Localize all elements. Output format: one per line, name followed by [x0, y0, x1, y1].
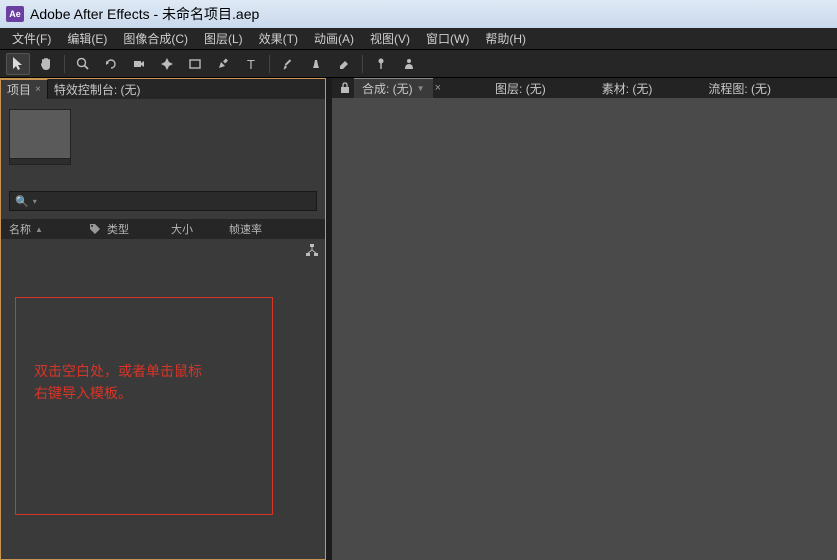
tab-label: 合成: (无) [362, 80, 413, 97]
separator [362, 55, 363, 73]
close-icon[interactable]: × [435, 82, 441, 94]
titlebar: Ae Adobe After Effects - 未命名项目.aep [0, 0, 837, 28]
tab-layer[interactable]: 图层: (无) [487, 78, 554, 98]
chevron-down-icon[interactable]: ▼ [417, 84, 425, 93]
tab-effect-controls[interactable]: 特效控制台: (无) [48, 79, 147, 99]
project-columns: 名称 ▲ 类型 大小 帧速率 [1, 219, 325, 239]
brush-icon [281, 57, 295, 71]
tab-label: 流程图: (无) [708, 80, 771, 97]
tab-label: 图层: (无) [495, 80, 546, 97]
tab-label: 特效控制台: (无) [54, 81, 141, 98]
menu-composition[interactable]: 图像合成(C) [115, 28, 196, 49]
menu-view[interactable]: 视图(V) [362, 28, 418, 49]
menu-layer[interactable]: 图层(L) [196, 28, 251, 49]
composition-viewer[interactable] [332, 98, 837, 560]
rect-tool[interactable] [183, 53, 207, 75]
tab-project[interactable]: 项目 × [1, 79, 48, 99]
col-name[interactable]: 名称 ▲ [9, 221, 85, 237]
menu-window[interactable]: 窗口(W) [418, 28, 477, 49]
pin-icon [374, 57, 388, 71]
pen-icon [216, 57, 230, 71]
menu-effect[interactable]: 效果(T) [251, 28, 306, 49]
eraser-tool[interactable] [332, 53, 356, 75]
project-thumbnail-base [9, 159, 71, 165]
annotation-text-2: 右键导入模板。 [34, 382, 254, 404]
sort-icon: ▲ [35, 225, 43, 234]
type-tool[interactable]: T [239, 53, 263, 75]
pan-behind-icon [160, 57, 174, 71]
tab-composition[interactable]: 合成: (无) ▼ [354, 78, 433, 98]
project-thumbnail-area [1, 99, 325, 183]
pan-behind-tool[interactable] [155, 53, 179, 75]
zoom-tool[interactable] [71, 53, 95, 75]
col-label: 名称 [9, 221, 31, 237]
arrow-icon [12, 57, 24, 71]
puppet-tool[interactable] [369, 53, 393, 75]
hand-icon [39, 57, 53, 71]
project-search[interactable]: 🔍 ▾ [9, 191, 317, 211]
camera-icon [132, 57, 146, 71]
search-input[interactable] [41, 195, 311, 207]
project-panel: 项目 × 特效控制台: (无) 🔍 ▾ 名称 ▲ [0, 78, 326, 560]
tab-footage[interactable]: 素材: (无) [594, 78, 661, 98]
window-title: Adobe After Effects - 未命名项目.aep [30, 4, 259, 24]
col-type[interactable]: 类型 [107, 221, 167, 237]
right-area: 合成: (无) ▼ × 图层: (无) 素材: (无) 流程图: (无) [326, 78, 837, 560]
app-icon: Ae [6, 6, 24, 22]
menu-edit[interactable]: 编辑(E) [59, 28, 115, 49]
roto-tool[interactable] [397, 53, 421, 75]
tab-label: 素材: (无) [602, 80, 653, 97]
left-tabs: 项目 × 特效控制台: (无) [1, 79, 325, 99]
project-bin[interactable]: 双击空白处，或者单击鼠标 右键导入模板。 [1, 239, 325, 559]
person-icon [402, 57, 416, 71]
search-icon: 🔍 [15, 195, 29, 208]
menubar: 文件(F) 编辑(E) 图像合成(C) 图层(L) 效果(T) 动画(A) 视图… [0, 28, 837, 50]
viewer-tabs: 合成: (无) ▼ × 图层: (无) 素材: (无) 流程图: (无) [332, 78, 837, 98]
eraser-icon [337, 57, 351, 71]
search-dropdown-icon[interactable]: ▾ [33, 197, 37, 206]
close-icon[interactable]: × [35, 84, 41, 95]
brush-tool[interactable] [276, 53, 300, 75]
tag-icon[interactable] [89, 223, 103, 235]
svg-text:T: T [247, 57, 255, 71]
menu-help[interactable]: 帮助(H) [477, 28, 534, 49]
menu-animation[interactable]: 动画(A) [306, 28, 362, 49]
rotate-tool[interactable] [99, 53, 123, 75]
clone-stamp-icon [309, 57, 323, 71]
tab-label: 项目 [7, 81, 31, 98]
camera-tool[interactable] [127, 53, 151, 75]
annotation-text-1: 双击空白处，或者单击鼠标 [34, 360, 254, 382]
clone-tool[interactable] [304, 53, 328, 75]
rotate-icon [104, 57, 118, 71]
col-rate[interactable]: 帧速率 [229, 221, 269, 237]
menu-file[interactable]: 文件(F) [4, 28, 59, 49]
type-icon: T [244, 57, 258, 71]
magnifier-icon [76, 57, 90, 71]
separator [64, 55, 65, 73]
selection-tool[interactable] [6, 53, 30, 75]
tab-flowchart[interactable]: 流程图: (无) [700, 78, 779, 98]
workspace: 项目 × 特效控制台: (无) 🔍 ▾ 名称 ▲ [0, 78, 837, 560]
toolbar: T [0, 50, 837, 78]
separator [269, 55, 270, 73]
hand-tool[interactable] [34, 53, 58, 75]
flowchart-icon[interactable] [305, 243, 319, 257]
pen-tool[interactable] [211, 53, 235, 75]
project-thumbnail [9, 109, 71, 159]
rectangle-icon [188, 57, 202, 71]
annotation-box: 双击空白处，或者单击鼠标 右键导入模板。 [15, 297, 273, 515]
col-size[interactable]: 大小 [171, 221, 225, 237]
lock-icon[interactable] [338, 81, 352, 95]
